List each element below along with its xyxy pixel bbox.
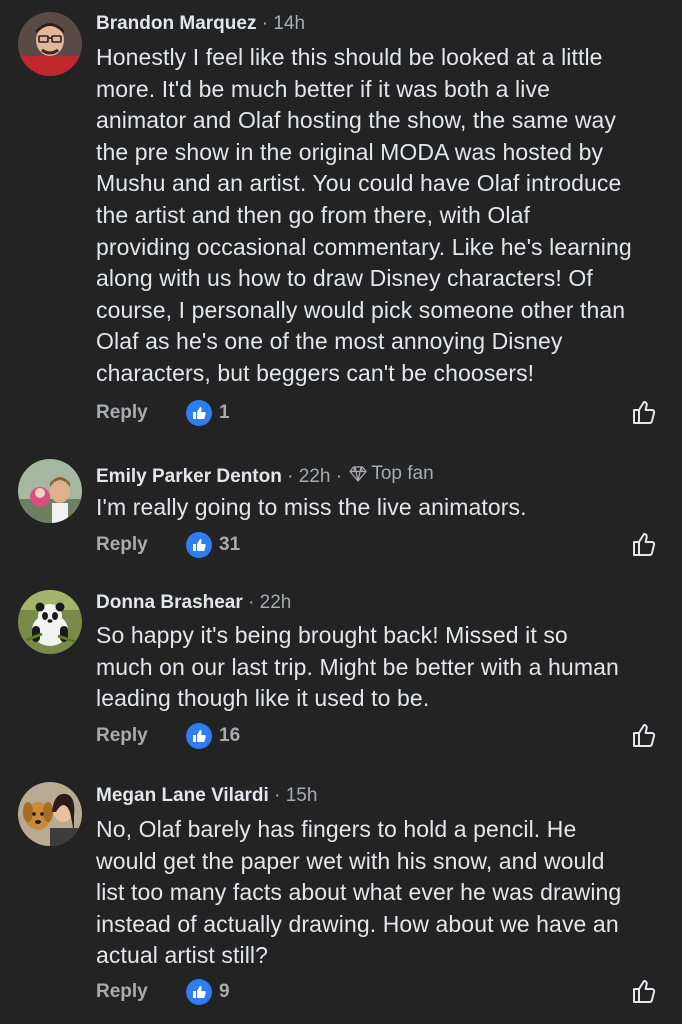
thumbs-up-outline-icon[interactable] bbox=[630, 398, 658, 426]
author-name[interactable]: Megan Lane Vilardi bbox=[96, 785, 269, 806]
comment-header: Donna Brashear · 22h bbox=[96, 590, 291, 616]
separator: · bbox=[274, 785, 281, 806]
author-name[interactable]: Emily Parker Denton bbox=[96, 466, 282, 487]
like-count: 9 bbox=[219, 981, 230, 1002]
like-count: 31 bbox=[219, 534, 241, 555]
reaction-summary[interactable]: 9 bbox=[186, 979, 230, 1005]
timestamp[interactable]: 22h bbox=[299, 466, 331, 487]
like-count: 1 bbox=[219, 402, 230, 423]
separator: · bbox=[261, 13, 269, 34]
author-name[interactable]: Brandon Marquez bbox=[96, 13, 256, 34]
thumbs-up-outline-icon[interactable] bbox=[630, 977, 658, 1005]
timestamp[interactable]: 22h bbox=[260, 592, 292, 613]
diamond-icon bbox=[349, 466, 367, 482]
avatar[interactable] bbox=[18, 782, 82, 846]
reaction-summary[interactable]: 1 bbox=[186, 400, 230, 426]
like-count: 16 bbox=[219, 725, 241, 746]
timestamp[interactable]: 15h bbox=[286, 785, 318, 806]
comment-text: No, Olaf barely has fingers to hold a pe… bbox=[96, 816, 622, 969]
timestamp[interactable]: 14h bbox=[273, 13, 305, 34]
comment-header: Brandon Marquez · 14h bbox=[96, 11, 305, 37]
reply-button[interactable]: Reply bbox=[96, 400, 148, 426]
reply-button[interactable]: Reply bbox=[96, 532, 148, 558]
comment: Brandon Marquez · 14h Honestly I feel li… bbox=[0, 0, 682, 450]
comment-header: Megan Lane Vilardi · 15h bbox=[96, 783, 317, 809]
avatar[interactable] bbox=[18, 590, 82, 654]
comment-text: I'm really going to miss the live animat… bbox=[96, 494, 527, 520]
thumbs-up-outline-icon[interactable] bbox=[630, 721, 658, 749]
comment-text: Honestly I feel like this should be look… bbox=[96, 44, 632, 386]
thumbs-up-outline-icon[interactable] bbox=[630, 530, 658, 558]
comment: Donna Brashear · 22h So happy it's being… bbox=[0, 580, 682, 775]
avatar[interactable] bbox=[18, 12, 82, 76]
author-name[interactable]: Donna Brashear bbox=[96, 592, 243, 613]
thumbs-up-icon bbox=[186, 532, 212, 558]
reply-button[interactable]: Reply bbox=[96, 723, 148, 749]
reply-button[interactable]: Reply bbox=[96, 979, 148, 1005]
reaction-summary[interactable]: 16 bbox=[186, 723, 240, 749]
comment: Emily Parker Denton · 22h · Top fan I'm … bbox=[0, 450, 682, 580]
thumbs-up-icon bbox=[186, 723, 212, 749]
avatar[interactable] bbox=[18, 459, 82, 523]
separator: · bbox=[287, 466, 294, 487]
separator: · bbox=[248, 592, 255, 613]
comment-text: So happy it's being brought back! Missed… bbox=[96, 622, 619, 712]
comment-header: Emily Parker Denton · 22h · Top fan bbox=[96, 461, 434, 490]
top-fan-badge: Top fan bbox=[347, 461, 434, 487]
comment: Megan Lane Vilardi · 15h No, Olaf barely… bbox=[0, 772, 682, 1024]
thumbs-up-icon bbox=[186, 979, 212, 1005]
separator: · bbox=[335, 466, 343, 487]
thumbs-up-icon bbox=[186, 400, 212, 426]
top-fan-label: Top fan bbox=[371, 463, 434, 484]
reaction-summary[interactable]: 31 bbox=[186, 532, 240, 558]
